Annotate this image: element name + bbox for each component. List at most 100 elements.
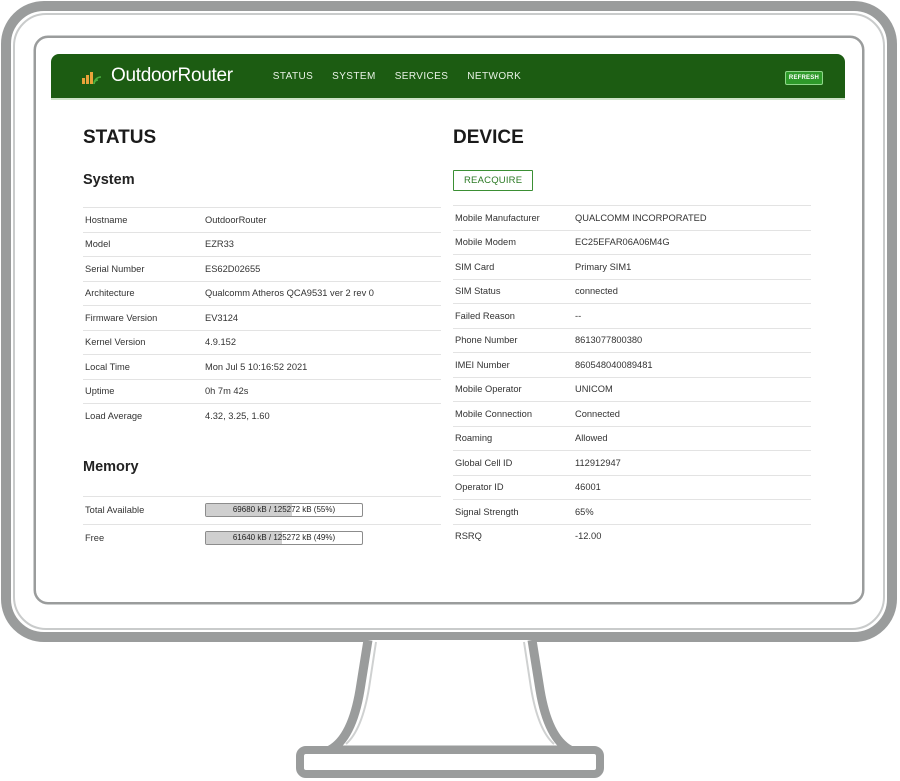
row-label: Firmware Version — [83, 305, 203, 330]
table-row: Kernel Version 4.9.152 — [83, 329, 441, 355]
row-value: 69680 kB / 125272 kB (55%) — [203, 495, 441, 524]
table-row: RSRQ -12.00 — [453, 523, 811, 548]
row-label: Global Cell ID — [453, 450, 573, 475]
row-label: Serial Number — [83, 256, 203, 281]
table-row: Uptime 0h 7m 42s — [83, 378, 441, 404]
table-row: IMEI Number 860548040089481 — [453, 352, 811, 377]
table-row: Global Cell ID 112912947 — [453, 450, 811, 475]
table-row: Mobile Operator UNICOM — [453, 376, 811, 402]
row-label: Mobile Manufacturer — [453, 205, 573, 230]
row-label: Local Time — [83, 354, 203, 379]
row-value: connected — [573, 278, 811, 304]
memory-table: Total Available 69680 kB / 125272 kB (55%… — [83, 495, 441, 552]
memory-section-title: Memory — [83, 458, 139, 475]
table-row: Mobile Modem EC25EFAR06A06M4G — [453, 229, 811, 255]
main-nav: STATUS SYSTEM SERVICES NETWORK — [273, 71, 540, 82]
table-row: Mobile Manufacturer QUALCOMM INCORPORATED — [453, 205, 811, 230]
table-row: SIM Status connected — [453, 278, 811, 304]
row-value: UNICOM — [573, 376, 811, 402]
table-row: Operator ID 46001 — [453, 474, 811, 500]
row-label: IMEI Number — [453, 352, 573, 377]
nav-status[interactable]: STATUS — [273, 71, 313, 82]
row-label: Phone Number — [453, 327, 573, 353]
memory-progress-text: 61640 kB / 125272 kB (49%) — [232, 533, 336, 542]
row-label: SIM Status — [453, 278, 573, 304]
table-row: Mobile Connection Connected — [453, 401, 811, 426]
row-value: Mon Jul 5 10:16:52 2021 — [203, 354, 441, 379]
row-value: 0h 7m 42s — [203, 378, 441, 404]
status-column: STATUS System Hostname OutdoorRouter Model… — [83, 126, 441, 552]
row-value: 112912947 — [573, 450, 811, 475]
row-value: Allowed — [573, 425, 811, 451]
memory-progress-bar: 69680 kB / 125272 kB (55%) — [205, 503, 363, 517]
table-row: Phone Number 8613077800380 — [453, 327, 811, 353]
row-label: Mobile Operator — [453, 376, 573, 402]
row-label: RSRQ — [453, 523, 573, 548]
nav-network[interactable]: NETWORK — [467, 71, 521, 82]
top-navbar: OutdoorRouter STATUS SYSTEM SERVICES NET… — [51, 54, 845, 100]
table-row: SIM Card Primary SIM1 — [453, 254, 811, 279]
row-value: Qualcomm Atheros QCA9531 ver 2 rev 0 — [203, 280, 441, 306]
row-value: QUALCOMM INCORPORATED — [573, 205, 811, 230]
row-label: Mobile Connection — [453, 401, 573, 426]
reacquire-button[interactable]: REACQUIRE — [453, 170, 534, 191]
device-column: DEVICE REACQUIRE Mobile Manufacturer QUAL… — [453, 126, 811, 548]
row-label: SIM Card — [453, 254, 573, 279]
table-row: Signal Strength 65% — [453, 499, 811, 524]
system-table: Hostname OutdoorRouter Model EZR33 Serial Nu… — [83, 207, 441, 428]
table-row: Architecture Qualcomm Atheros QCA9531 ver… — [83, 280, 441, 306]
memory-progress-text: 69680 kB / 125272 kB (55%) — [232, 505, 336, 514]
memory-row: Free 61640 kB / 125272 kB (49%) — [83, 523, 441, 552]
row-value: -- — [573, 303, 811, 328]
row-label: Mobile Modem — [453, 229, 573, 255]
refresh-button[interactable]: REFRESH — [784, 71, 823, 85]
row-value: EV3124 — [203, 305, 441, 330]
table-row: Model EZR33 — [83, 231, 441, 257]
row-label: Failed Reason — [453, 303, 573, 328]
row-label: Kernel Version — [83, 329, 203, 355]
row-value: 46001 — [573, 474, 811, 500]
row-label: Architecture — [83, 280, 203, 306]
row-label: Roaming — [453, 425, 573, 451]
table-row: Roaming Allowed — [453, 425, 811, 451]
row-value: 4.32, 3.25, 1.60 — [203, 403, 441, 428]
row-label: Operator ID — [453, 474, 573, 500]
system-section-title: System — [83, 172, 135, 188]
row-value: EZR33 — [203, 231, 441, 257]
row-value: 860548040089481 — [573, 352, 811, 377]
row-value: OutdoorRouter — [203, 207, 441, 232]
table-row: Load Average 4.32, 3.25, 1.60 — [83, 403, 441, 428]
device-table: Mobile Manufacturer QUALCOMM INCORPORATED… — [453, 205, 811, 548]
row-value: ES62D02655 — [203, 256, 441, 281]
table-row: Failed Reason -- — [453, 303, 811, 328]
row-label: Total Available — [83, 495, 203, 524]
brand-name: OutdoorRouter — [111, 65, 233, 86]
nav-system[interactable]: SYSTEM — [332, 71, 376, 82]
row-value: Connected — [573, 401, 811, 426]
row-value: Primary SIM1 — [573, 254, 811, 279]
status-title: STATUS — [83, 127, 157, 148]
brand-logo[interactable]: OutdoorRouter — [81, 65, 233, 87]
table-row: Hostname OutdoorRouter — [83, 207, 441, 232]
memory-row: Total Available 69680 kB / 125272 kB (55%… — [83, 495, 441, 524]
row-value: 61640 kB / 125272 kB (49%) — [203, 523, 441, 552]
table-row: Serial Number ES62D02655 — [83, 256, 441, 281]
row-value: 8613077800380 — [573, 327, 811, 353]
signal-bars-icon — [82, 72, 102, 85]
row-value: 4.9.152 — [203, 329, 441, 355]
row-label: Signal Strength — [453, 499, 573, 524]
router-web-ui: OutdoorRouter STATUS SYSTEM SERVICES NET… — [36, 38, 862, 602]
device-title: DEVICE — [453, 127, 524, 148]
nav-services[interactable]: SERVICES — [395, 71, 449, 82]
memory-progress-bar: 61640 kB / 125272 kB (49%) — [205, 531, 363, 545]
table-row: Local Time Mon Jul 5 10:16:52 2021 — [83, 354, 441, 379]
row-value: EC25EFAR06A06M4G — [573, 229, 811, 255]
row-label: Uptime — [83, 378, 203, 404]
table-row: Firmware Version EV3124 — [83, 305, 441, 330]
row-label: Load Average — [83, 403, 203, 428]
row-value: 65% — [573, 499, 811, 524]
row-label: Free — [83, 523, 203, 552]
row-label: Model — [83, 231, 203, 257]
row-value: -12.00 — [573, 523, 811, 548]
row-label: Hostname — [83, 207, 203, 232]
